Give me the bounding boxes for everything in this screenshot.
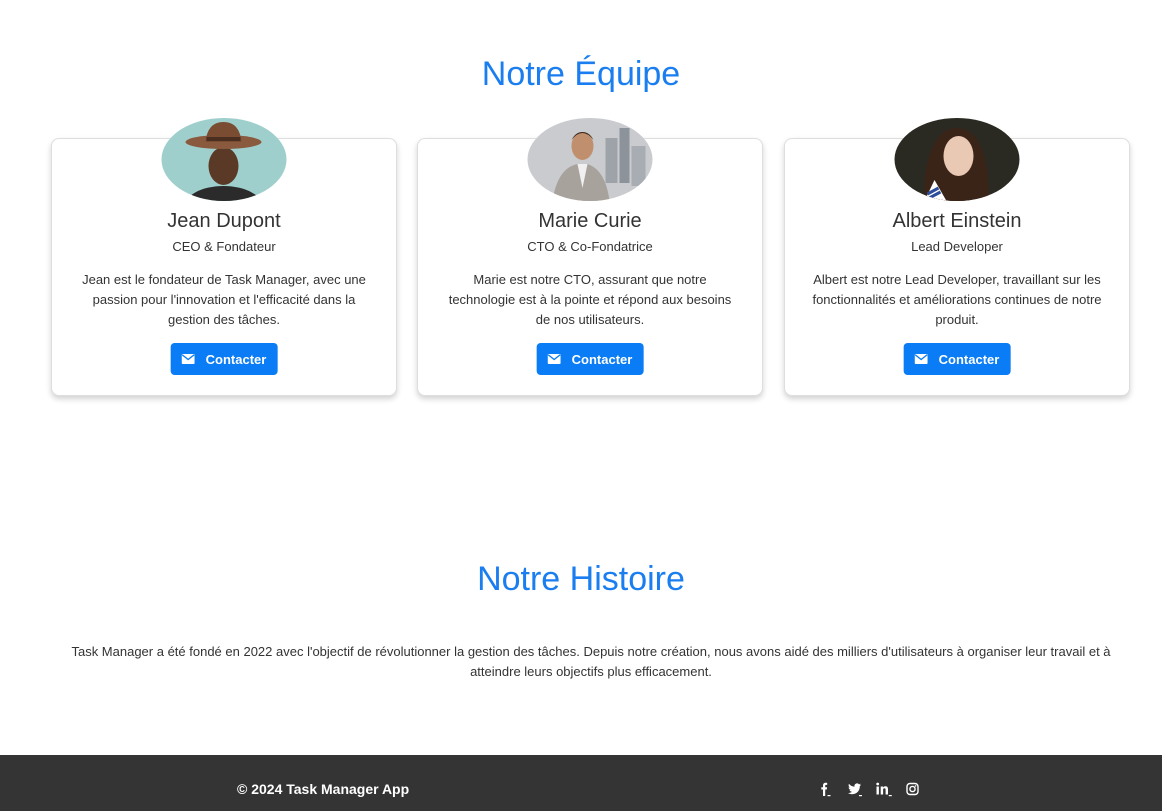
contact-button-label: Contacter: [571, 351, 633, 367]
footer: © 2024 Task Manager App: [0, 755, 1162, 811]
social-links: [817, 781, 921, 797]
member-role: CTO & Co-Fondatrice: [527, 239, 653, 254]
contact-button-jean-dupont[interactable]: Contacter: [170, 343, 278, 375]
team-section-title: Notre Équipe: [481, 55, 681, 93]
envelope-icon: [547, 354, 561, 364]
envelope-icon: [914, 354, 928, 364]
member-name: Albert Einstein: [892, 210, 1022, 232]
member-bio: Albert est notre Lead Developer, travail…: [812, 272, 1102, 327]
contact-button-label: Contacter: [205, 351, 267, 367]
contact-button-albert-einstein[interactable]: Contacter: [903, 343, 1011, 375]
member-role: Lead Developer: [911, 239, 1003, 254]
member-role: CEO & Fondateur: [172, 239, 276, 254]
team-card-marie-curie: Marie Curie CTO & Co-Fondatrice Marie es…: [417, 118, 763, 396]
instagram-icon[interactable]: [904, 781, 921, 797]
history-section-title: Notre Histoire: [477, 560, 685, 598]
team-card-jean-dupont: Jean Dupont CEO & Fondateur Jean est le …: [51, 118, 397, 396]
portrait-man-suit-city-icon: [527, 118, 653, 201]
member-name: Marie Curie: [538, 210, 642, 232]
envelope-icon: [181, 354, 195, 364]
member-bio: Marie est notre CTO, assurant que notre …: [448, 272, 732, 327]
linkedin-icon[interactable]: [875, 781, 892, 797]
avatar-jean-dupont: [161, 118, 287, 201]
avatar-marie-curie: [527, 118, 653, 201]
footer-copyright: © 2024 Task Manager App: [237, 781, 410, 797]
contact-button-label: Contacter: [938, 351, 1000, 367]
history-text: Task Manager a été fondé en 2022 avec l'…: [71, 644, 1111, 679]
portrait-woman-hat-icon: [161, 118, 287, 201]
facebook-icon[interactable]: [817, 781, 834, 797]
team-card-albert-einstein: Albert Einstein Lead Developer Albert es…: [784, 118, 1130, 396]
member-name: Jean Dupont: [167, 210, 281, 232]
portrait-woman-dark-hair-icon: [894, 118, 1020, 201]
contact-button-marie-curie[interactable]: Contacter: [536, 343, 644, 375]
member-bio: Jean est le fondateur de Task Manager, a…: [82, 272, 366, 327]
avatar-albert-einstein: [894, 118, 1020, 201]
twitter-icon[interactable]: [846, 781, 863, 797]
